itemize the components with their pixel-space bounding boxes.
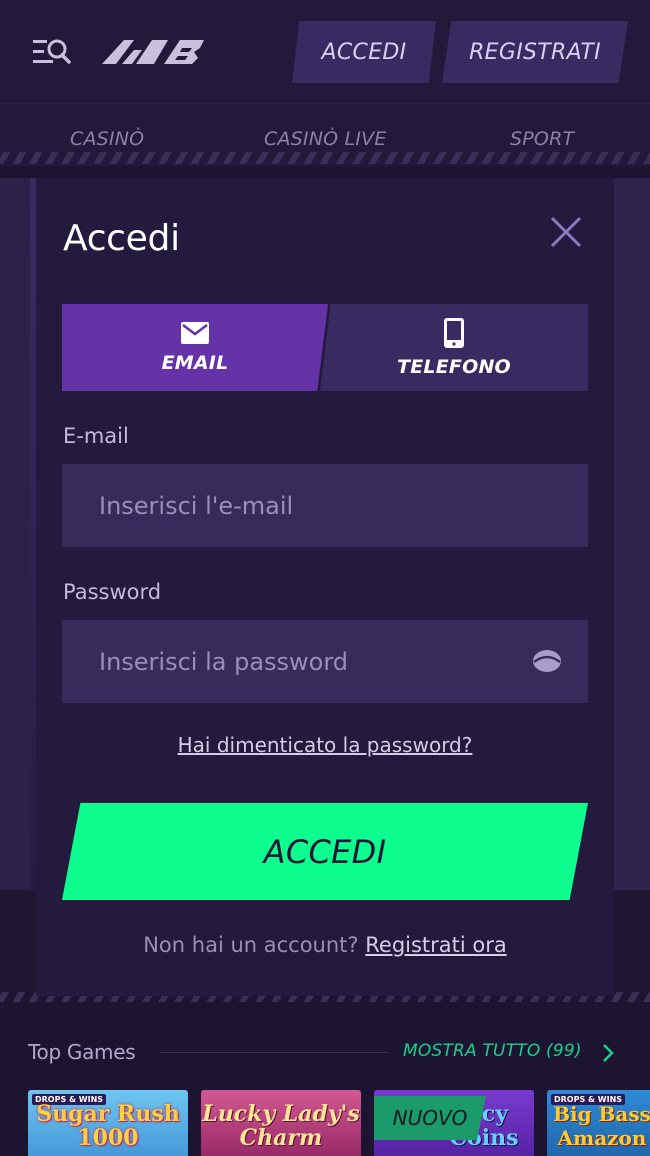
login-submit-label: ACCEDI [263, 832, 387, 871]
new-badge: NUOVO [374, 1096, 486, 1140]
menu-search-icon[interactable] [30, 36, 74, 68]
forgot-password-link[interactable]: Hai dimenticato la password? [36, 733, 614, 757]
top-games-title: Top Games [28, 1040, 136, 1064]
top-header: ACCEDI REGISTRATI [0, 0, 650, 104]
modal-title: Accedi [63, 218, 180, 259]
login-method-tabs: EMAIL TELEFONO [62, 304, 588, 391]
email-field-wrapper [62, 464, 588, 547]
no-account-text: Non hai un account? [143, 933, 359, 957]
game-title: Big Bass Amazon [553, 1102, 650, 1150]
game-card[interactable]: DROPS & WINS Sugar Rush 1000 [28, 1090, 188, 1156]
login-modal: Accedi EMAIL TELEFONO E-mail Password [36, 178, 614, 996]
nav-item-casino[interactable]: CASINÒ [70, 128, 144, 150]
tab-email[interactable]: EMAIL [62, 304, 328, 391]
signup-prompt: Non hai un account? Registrati ora [36, 933, 614, 957]
email-label: E-mail [63, 424, 129, 448]
game-card[interactable]: DROPS & WINS Big Bass Amazon [547, 1090, 650, 1156]
nav-divider-stripe [0, 152, 650, 164]
hero-shade-right [614, 178, 650, 890]
login-submit-button[interactable]: ACCEDI [62, 803, 588, 900]
nav-item-casino-live[interactable]: CASINÒ LIVE [264, 128, 387, 150]
password-field-wrapper [62, 620, 588, 703]
close-icon[interactable] [548, 214, 584, 250]
tab-telefono[interactable]: TELEFONO [320, 304, 588, 391]
smartphone-icon [444, 317, 464, 348]
game-title: Lucky Lady's Charm [202, 1101, 360, 1151]
header-login-button[interactable]: ACCEDI [292, 21, 436, 83]
game-title: Sugar Rush 1000 [36, 1101, 180, 1151]
password-label: Password [63, 580, 162, 604]
game-card[interactable]: Lucky Lady's Charm [201, 1090, 361, 1156]
envelope-icon [181, 321, 209, 344]
hero-shade-left [0, 178, 30, 890]
header-register-button[interactable]: REGISTRATI [442, 21, 628, 83]
password-input[interactable] [62, 620, 588, 703]
email-input[interactable] [62, 464, 588, 547]
nav-item-sport[interactable]: SPORT [510, 128, 574, 150]
eye-icon[interactable] [532, 648, 562, 674]
chevron-right-icon[interactable] [598, 1042, 618, 1064]
tab-telefono-label: TELEFONO [397, 355, 511, 378]
tab-email-label: EMAIL [161, 351, 229, 374]
show-all-link[interactable]: MOSTRA TUTTO (99) [403, 1041, 582, 1061]
top-games-divider [160, 1052, 388, 1053]
signup-link[interactable]: Registrati ora [365, 933, 507, 957]
brand-logo[interactable] [102, 36, 222, 68]
